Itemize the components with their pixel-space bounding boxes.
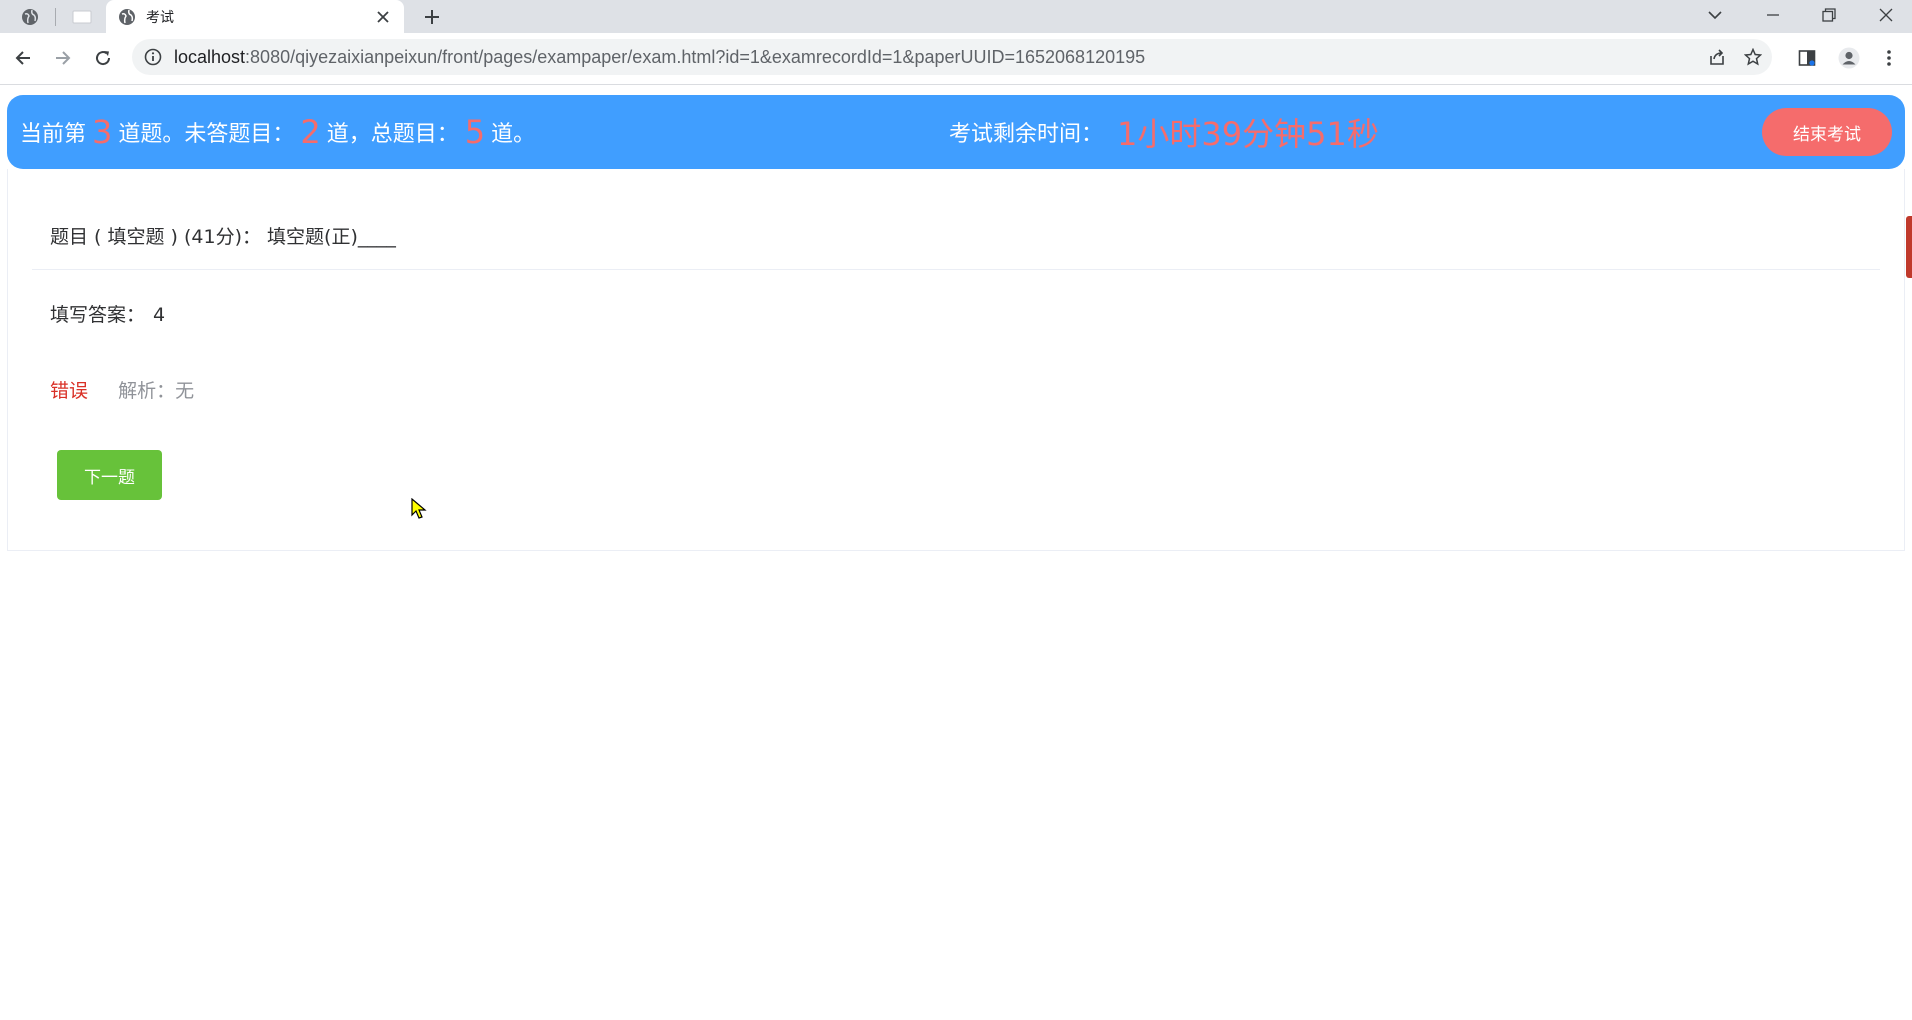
new-tab-button[interactable] — [418, 3, 446, 31]
menu-button[interactable] — [1874, 43, 1904, 73]
next-question-button[interactable]: 下一题 — [57, 450, 162, 500]
info-icon — [144, 48, 162, 66]
answer-value: 4 — [153, 304, 166, 326]
reload-icon — [96, 51, 111, 66]
answer-row: 填写答案： 4 — [50, 300, 165, 327]
share-icon — [1710, 49, 1724, 65]
tab-search-button[interactable] — [1692, 0, 1738, 30]
exam-status-banner: 当前第 3 道题。未答题目： 2 道，总题目： 5 道。 考试剩余时间： 1小时… — [7, 95, 1905, 169]
reload-button[interactable] — [88, 43, 118, 73]
answer-label: 填写答案： — [50, 304, 146, 326]
bookmark-button[interactable] — [1738, 42, 1768, 72]
close-icon — [1879, 8, 1893, 22]
minimize-button[interactable] — [1750, 0, 1796, 30]
tab-exam[interactable]: 考试 — [106, 0, 404, 33]
current-question-number: 3 — [92, 113, 113, 151]
share-button[interactable] — [1702, 42, 1732, 72]
chevron-down-icon — [1708, 11, 1722, 20]
unanswered-count: 2 — [300, 113, 321, 151]
mouse-cursor-icon — [411, 498, 427, 519]
end-exam-button[interactable]: 结束考试 — [1762, 108, 1892, 156]
exam-page: 当前第 3 道题。未答题目： 2 道，总题目： 5 道。 考试剩余时间： 1小时… — [0, 86, 1912, 1020]
scrollbar-thumb[interactable] — [1906, 216, 1912, 278]
blank-page-icon — [72, 10, 92, 23]
tab-title: 考试 — [146, 9, 174, 26]
side-panel-button[interactable] — [1792, 43, 1822, 73]
pinned-tab-blank[interactable] — [60, 0, 104, 33]
browser-toolbar: localhost:8080/qiyezaixianpeixun/front/p… — [0, 33, 1912, 85]
url-path: :8080/qiyezaixianpeixun/front/pages/exam… — [245, 46, 1146, 67]
tab-close-button[interactable] — [374, 8, 392, 26]
more-vert-icon — [1887, 50, 1891, 66]
globe-icon — [22, 8, 38, 25]
url-host: localhost — [174, 46, 246, 67]
profile-button[interactable] — [1834, 43, 1864, 73]
result-row: 错误 解析：无 — [50, 376, 194, 403]
question-title: 题目 ( 填空题 ) (41分)： 填空题(正)____ — [50, 226, 396, 248]
arrow-left-icon — [15, 51, 30, 65]
window-close-button[interactable] — [1863, 0, 1909, 30]
timer-remaining: 1小时39分钟51秒 — [1117, 115, 1379, 153]
url-text[interactable]: localhost:8080/qiyezaixianpeixun/front/p… — [174, 47, 1145, 68]
unanswered-prefix: 道题。未答题目： — [118, 122, 295, 147]
globe-icon — [119, 8, 135, 25]
forward-button[interactable] — [48, 43, 78, 73]
avatar-icon — [1838, 47, 1860, 69]
restore-icon — [1822, 8, 1836, 22]
pinned-tab-globe[interactable] — [8, 0, 52, 33]
analysis-text: 解析：无 — [118, 380, 194, 402]
timer-label: 考试剩余时间： — [949, 122, 1104, 147]
close-icon — [377, 10, 389, 23]
total-prefix: 道，总题目： — [326, 122, 459, 147]
total-question-count: 5 — [464, 113, 486, 151]
star-icon — [1744, 48, 1762, 66]
divider — [32, 269, 1880, 270]
analysis-value: 无 — [175, 380, 195, 402]
analysis-label: 解析： — [118, 380, 176, 402]
back-button[interactable] — [8, 43, 38, 73]
current-question-prefix: 当前第 — [20, 122, 87, 147]
browser-tab-strip: 考试 — [0, 0, 1912, 33]
address-bar[interactable]: localhost:8080/qiyezaixianpeixun/front/p… — [132, 39, 1772, 75]
arrow-right-icon — [56, 51, 71, 65]
plus-icon — [425, 10, 439, 24]
side-panel-icon — [1798, 50, 1816, 66]
minimize-icon — [1767, 14, 1779, 16]
restore-button[interactable] — [1806, 0, 1852, 30]
total-suffix: 道。 — [491, 122, 536, 147]
exam-timer: 考试剩余时间： 1小时39分钟51秒 — [949, 95, 1379, 169]
tab-separator — [55, 8, 56, 26]
result-status: 错误 — [50, 380, 89, 402]
exam-progress: 当前第 3 道题。未答题目： 2 道，总题目： 5 道。 — [20, 95, 535, 169]
